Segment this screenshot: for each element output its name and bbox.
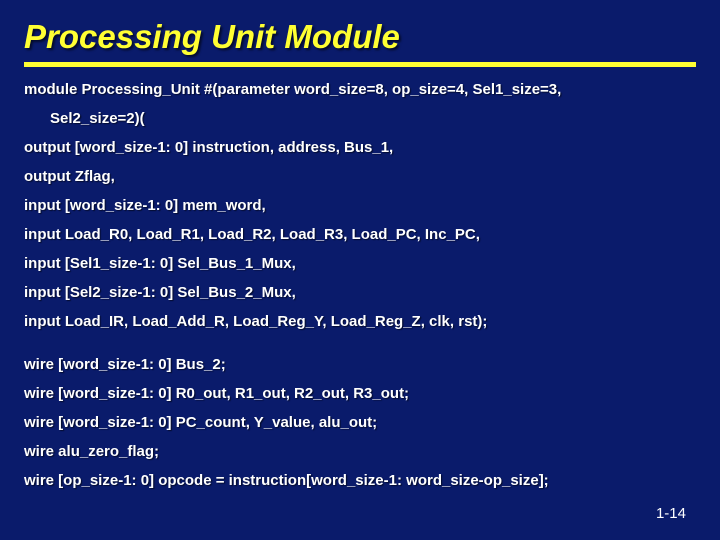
slide-title: Processing Unit Module — [24, 18, 696, 56]
code-line-wire-opcode: wire [op_size-1: 0] opcode = instruction… — [24, 472, 696, 490]
slide: Processing Unit Module module Processing… — [0, 0, 720, 540]
code-line-input-loads: input Load_R0, Load_R1, Load_R2, Load_R3… — [24, 226, 696, 244]
code-line-input-misc: input Load_IR, Load_Add_R, Load_Reg_Y, L… — [24, 313, 696, 331]
code-line-wire-bus2: wire [word_size-1: 0] Bus_2; — [24, 356, 696, 374]
code-line-input-sel2: input [Sel2_size-1: 0] Sel_Bus_2_Mux, — [24, 284, 696, 302]
code-line-wire-pc: wire [word_size-1: 0] PC_count, Y_value,… — [24, 414, 696, 432]
blank-spacer — [24, 342, 696, 356]
title-underline — [24, 62, 696, 67]
page-number: 1-14 — [656, 505, 686, 522]
code-line-wire-regs: wire [word_size-1: 0] R0_out, R1_out, R2… — [24, 385, 696, 403]
code-line-wire-aluzero: wire alu_zero_flag; — [24, 443, 696, 461]
code-line-module-decl-cont: Sel2_size=2)( — [24, 110, 696, 128]
code-line-output-bus: output [word_size-1: 0] instruction, add… — [24, 139, 696, 157]
code-line-module-decl: module Processing_Unit #(parameter word_… — [24, 81, 696, 99]
code-line-output-zflag: output Zflag, — [24, 168, 696, 186]
slide-body: module Processing_Unit #(parameter word_… — [24, 81, 696, 490]
code-line-input-sel1: input [Sel1_size-1: 0] Sel_Bus_1_Mux, — [24, 255, 696, 273]
code-line-input-memword: input [word_size-1: 0] mem_word, — [24, 197, 696, 215]
